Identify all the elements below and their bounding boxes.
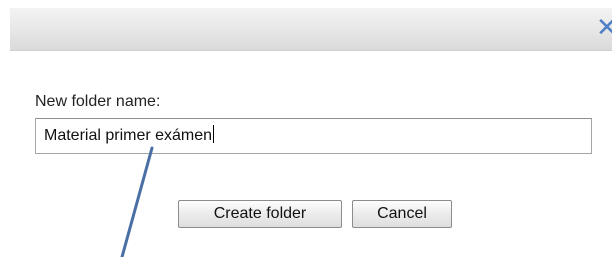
dialog-screenshot: ✕ New folder name: Material primer exáme… [0,0,612,257]
folder-name-label: New folder name: [35,93,161,110]
create-folder-button[interactable]: Create folder [178,200,342,228]
cancel-button[interactable]: Cancel [352,200,452,228]
close-icon[interactable]: ✕ [596,14,612,40]
dialog-header: ✕ [10,8,612,51]
text-caret [213,125,215,143]
new-folder-dialog: New folder name: Material primer exámen … [10,51,612,247]
folder-name-value: Material primer exámen [44,127,213,144]
folder-name-input[interactable]: Material primer exámen [35,118,592,154]
